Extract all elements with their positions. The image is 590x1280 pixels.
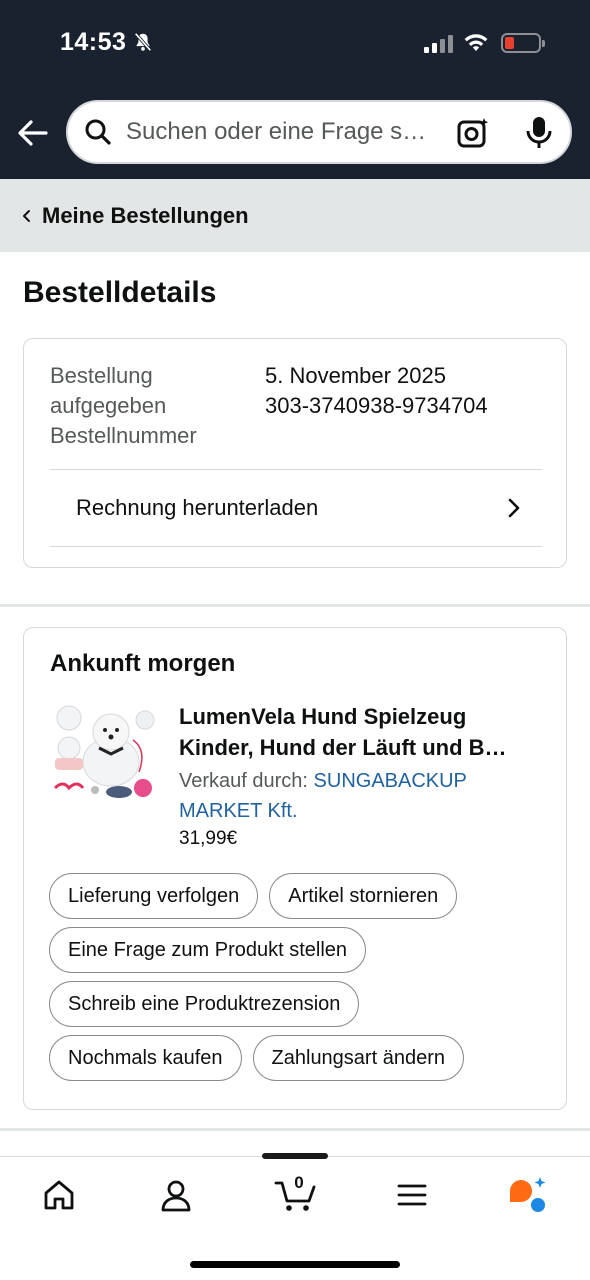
menu-icon[interactable] [394,1177,430,1213]
camera-icon[interactable] [456,116,490,150]
microphone-icon[interactable] [525,115,553,151]
order-placed-label-2: aufgegeben [50,393,167,418]
ask-question-button[interactable]: Eine Frage zum Produkt stellen [49,927,367,973]
page-title: Bestelldetails [23,276,217,309]
order-number: 303-3740938-9734704 [265,393,488,418]
order-info-card: Bestellung aufgegeben Bestellnummer 5. N… [23,338,567,568]
chevron-left-icon [23,209,30,222]
arrival-heading: Ankunft morgen [50,650,236,677]
product-price: 31,99€ [179,828,238,849]
action-buttons: Lieferung verfolgen Artikel stornieren E… [49,873,549,1089]
bell-slash-icon [134,32,152,52]
home-indicator [190,1261,400,1268]
search-icon [85,119,111,145]
cart-count-badge: 0 [294,1173,304,1192]
seller-prefix: Verkauf durch: [179,770,314,792]
order-number-label: Bestellnummer [50,423,197,448]
header: 14:53 Suchen oder eine Frage s… [0,0,590,179]
cancel-item-button[interactable]: Artikel stornieren [269,873,458,919]
search-input[interactable]: Suchen oder eine Frage s… [126,118,444,146]
order-info-values: 5. November 2025 303-3740938-9734704 [265,361,488,421]
status-time: 14:53 [60,28,127,56]
account-icon[interactable] [158,1177,194,1213]
home-icon[interactable] [41,1177,77,1213]
product-image[interactable] [49,700,157,808]
assistant-icon[interactable] [507,1175,549,1215]
seller-info: Verkauf durch: SUNGABACKUP MARKET Kft. [179,766,539,826]
order-date: 5. November 2025 [265,363,446,388]
section-separator [0,604,590,607]
wifi-icon [464,34,488,51]
signal-icon [424,35,453,53]
search-bar[interactable]: Suchen oder eine Frage s… [66,100,572,164]
product-title[interactable]: LumenVela Hund Spielzeug Kinder, Hund de… [179,701,544,763]
shipment-card: Ankunft morgen LumenVela Hund Spielzeug … [23,627,567,1110]
order-info-labels: Bestellung aufgegeben Bestellnummer [50,361,197,451]
download-invoice-label: Rechnung herunterladen [76,495,319,520]
download-invoice-row[interactable]: Rechnung herunterladen [50,470,542,546]
buy-again-button[interactable]: Nochmals kaufen [49,1035,242,1081]
write-review-button[interactable]: Schreib eine Produktrezension [49,981,360,1027]
order-placed-label: Bestellung [50,363,153,388]
section-separator [0,1128,590,1131]
change-payment-button[interactable]: Zahlungsart ändern [252,1035,464,1081]
divider [50,546,542,547]
back-arrow-icon[interactable] [16,116,50,150]
chevron-right-icon [508,498,520,518]
drag-handle[interactable] [262,1153,328,1159]
breadcrumb[interactable]: Meine Bestellungen [0,179,590,252]
bottom-nav: 0 [0,1153,590,1280]
track-delivery-button[interactable]: Lieferung verfolgen [49,873,259,919]
battery-icon [501,33,545,53]
breadcrumb-label[interactable]: Meine Bestellungen [42,203,249,229]
